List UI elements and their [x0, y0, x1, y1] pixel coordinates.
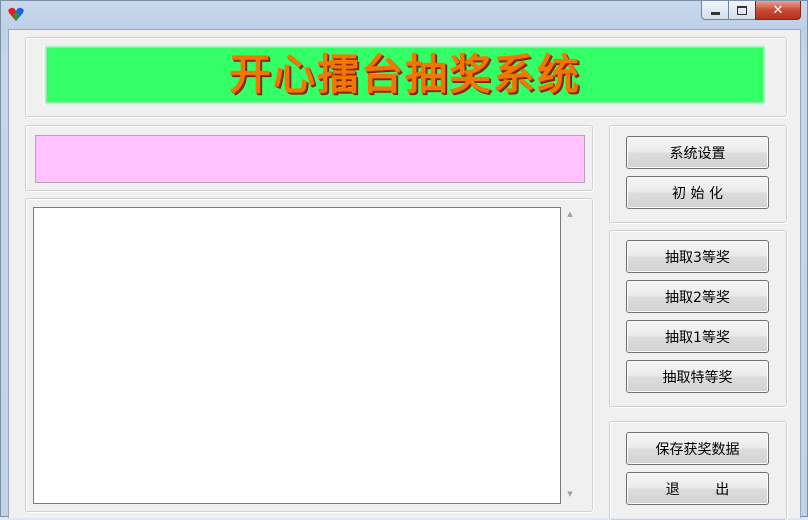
maximize-button[interactable]	[728, 1, 755, 20]
title-banner: 开心擂台抽奖系统	[47, 48, 763, 102]
current-draw-display	[35, 135, 585, 183]
minimize-icon	[710, 11, 720, 15]
save-winners-button[interactable]: 保存获奖数据	[626, 432, 769, 465]
minimize-button[interactable]	[701, 1, 728, 20]
system-settings-button[interactable]: 系统设置	[626, 136, 769, 169]
draw-first-prize-button[interactable]: 抽取1等奖	[626, 320, 769, 353]
exit-button[interactable]: 退 出	[626, 472, 769, 505]
draw-special-prize-button[interactable]: 抽取特等奖	[626, 360, 769, 393]
scroll-down-icon[interactable]: ▼	[565, 489, 575, 499]
caption-buttons: ✕	[701, 1, 801, 21]
heart-icon	[8, 7, 24, 21]
initialize-button[interactable]: 初 始 化	[626, 176, 769, 209]
close-icon: ✕	[772, 2, 784, 18]
results-textarea[interactable]	[33, 207, 561, 504]
banner-title: 开心擂台抽奖系统	[228, 50, 581, 99]
app-window: ✕ 开心擂台抽奖系统 ▲ ▼ 系统设置 初 始 化 抽取3等奖 抽取2等奖 抽取…	[0, 0, 808, 520]
draw-second-prize-button[interactable]: 抽取2等奖	[626, 280, 769, 313]
maximize-icon	[737, 5, 747, 15]
draw-third-prize-button[interactable]: 抽取3等奖	[626, 240, 769, 273]
close-button[interactable]: ✕	[755, 1, 801, 20]
scroll-up-icon[interactable]: ▲	[565, 209, 575, 219]
